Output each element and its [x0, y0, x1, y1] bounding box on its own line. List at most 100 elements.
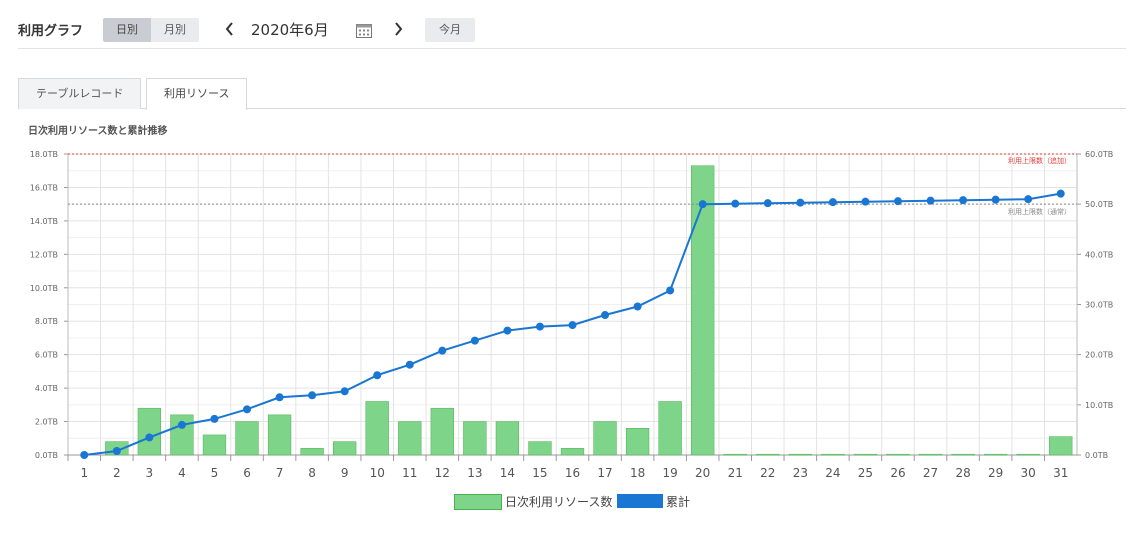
limit-line-label: 利用上限数（通常）: [1008, 207, 1071, 216]
daily-usage-bar: [691, 165, 715, 456]
cumulative-point: [80, 451, 89, 459]
chevron-right-icon[interactable]: [388, 16, 408, 42]
y-right-tick-label: 40.0TB: [1085, 250, 1113, 259]
header-bar: 利用グラフ 日別 月別 2020年6月 今月: [0, 0, 1143, 48]
daily-usage-bar: [365, 401, 389, 456]
cumulative-point: [210, 414, 219, 423]
daily-usage-bar: [300, 448, 324, 456]
cumulative-point: [405, 360, 414, 369]
daily-usage-bar: [137, 407, 162, 456]
y-left-tick-label: 18.0TB: [30, 150, 58, 159]
y-left-tick-label: 6.0TB: [35, 351, 58, 360]
daily-usage-bar: [625, 427, 650, 456]
x-tick-label: 20: [695, 466, 710, 480]
x-tick-label: 13: [467, 466, 482, 480]
x-tick-label: 2: [113, 466, 121, 480]
daily-usage-bar: [593, 421, 617, 456]
cumulative-point: [633, 302, 642, 311]
y-right-tick-label: 50.0TB: [1085, 200, 1113, 209]
y-left-tick-label: 0.0TB: [35, 451, 58, 460]
x-tick-label: 8: [308, 466, 316, 480]
usage-chart: 0.0TB2.0TB4.0TB6.0TB8.0TB10.0TB12.0TB14.…: [30, 150, 1113, 480]
daily-usage-bar: [918, 453, 943, 456]
y-left-tick-label: 14.0TB: [30, 217, 58, 226]
daily-usage-bar: [951, 453, 975, 456]
chevron-left-icon[interactable]: [220, 16, 240, 42]
y-left-tick-label: 8.0TB: [35, 317, 58, 326]
current-month-label: 2020年6月: [251, 21, 329, 39]
daily-toggle-button[interactable]: 日別: [103, 18, 151, 42]
cumulative-point: [861, 197, 870, 206]
x-tick-label: 3: [146, 466, 154, 480]
cumulative-point: [275, 393, 284, 402]
legend-swatch-cumulative: [617, 494, 663, 508]
x-tick-label: 31: [1053, 466, 1068, 480]
cumulative-point: [828, 198, 837, 207]
chart-legend: 日次利用リソース数 累計: [0, 492, 1143, 510]
cumulative-point: [763, 199, 772, 208]
x-tick-label: 24: [825, 466, 840, 480]
cumulative-point: [666, 286, 675, 295]
x-tick-label: 27: [923, 466, 938, 480]
daily-usage-bar: [170, 414, 194, 456]
cumulative-point: [926, 196, 935, 205]
x-tick-label: 6: [243, 466, 251, 480]
x-tick-label: 22: [760, 466, 775, 480]
cumulative-point: [470, 336, 479, 345]
daily-usage-bar: [788, 453, 812, 456]
y-left-tick-label: 10.0TB: [30, 284, 58, 293]
x-tick-label: 15: [532, 466, 547, 480]
daily-usage-bar: [886, 453, 910, 456]
legend-swatch-daily: [454, 494, 502, 510]
x-tick-label: 11: [402, 466, 417, 480]
x-tick-label: 5: [211, 466, 219, 480]
x-tick-label: 16: [565, 466, 580, 480]
y-left-tick-label: 4.0TB: [35, 384, 58, 393]
tab-resource-usage[interactable]: 利用リソース: [146, 78, 248, 110]
x-tick-label: 7: [276, 466, 284, 480]
y-right-tick-label: 30.0TB: [1085, 301, 1113, 310]
daily-usage-bar: [853, 453, 878, 456]
chart-title: 日次利用リソース数と累計推移: [28, 126, 168, 137]
calendar-icon[interactable]: [356, 23, 372, 38]
daily-usage-bar: [202, 434, 227, 456]
header-divider: [18, 48, 1126, 49]
daily-usage-bar: [235, 421, 259, 456]
tab-table-records[interactable]: テーブルレコード: [18, 78, 142, 109]
daily-usage-bar: [495, 421, 520, 456]
daily-usage-bar: [528, 441, 552, 456]
cumulative-point: [177, 420, 186, 429]
cumulative-point: [601, 311, 610, 320]
x-tick-label: 9: [341, 466, 349, 480]
daily-usage-bar: [430, 407, 454, 456]
legend-label-daily: 日次利用リソース数: [505, 495, 613, 509]
cumulative-point: [243, 405, 252, 414]
limit-line-label: 利用上限数（追加）: [1008, 156, 1071, 165]
x-tick-label: 17: [597, 466, 612, 480]
cumulative-point: [438, 346, 447, 355]
daily-usage-bar: [398, 421, 422, 456]
x-tick-label: 26: [890, 466, 905, 480]
y-left-tick-label: 2.0TB: [35, 418, 58, 427]
x-tick-label: 28: [955, 466, 970, 480]
x-tick-label: 10: [370, 466, 385, 480]
x-tick-label: 23: [793, 466, 808, 480]
cumulative-point: [503, 326, 512, 335]
cumulative-point: [796, 198, 805, 207]
x-tick-label: 30: [1021, 466, 1036, 480]
cumulative-point: [991, 195, 1000, 204]
x-tick-label: 1: [80, 466, 88, 480]
monthly-toggle-button[interactable]: 月別: [151, 18, 199, 42]
period-toggle: 日別 月別: [103, 18, 199, 42]
daily-usage-bar: [267, 414, 292, 456]
y-right-tick-label: 0.0TB: [1085, 451, 1108, 460]
this-month-button[interactable]: 今月: [425, 18, 475, 42]
page-title: 利用グラフ: [18, 24, 84, 39]
x-tick-label: 25: [858, 466, 873, 480]
y-right-tick-label: 20.0TB: [1085, 351, 1113, 360]
y-left-tick-label: 12.0TB: [30, 250, 58, 259]
x-tick-label: 18: [630, 466, 645, 480]
cumulative-point: [698, 200, 707, 209]
daily-usage-bar: [658, 401, 682, 456]
legend-label-cumulative: 累計: [666, 495, 691, 509]
